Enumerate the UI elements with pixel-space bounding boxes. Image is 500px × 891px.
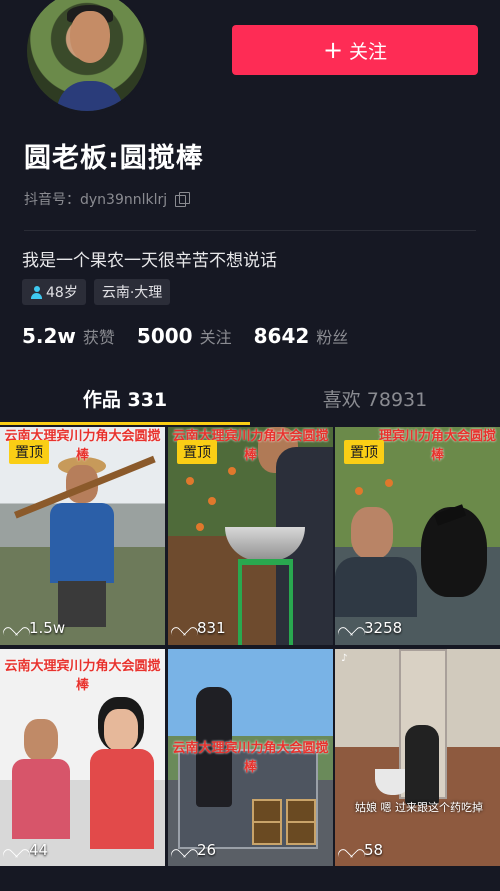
video-caption: 云南大理宾川力角大会圆搅棒 [4,659,161,693]
person-icon [30,285,43,299]
stat-following[interactable]: 5000 关注 [137,324,232,348]
woman-figure [86,709,158,849]
copy-icon[interactable] [175,192,191,207]
stat-number: 5.2w [22,324,76,348]
douyin-id-text: 抖音号：dyn39nnlklrj [24,192,168,208]
heart-icon [8,843,24,857]
video-thumbnail[interactable]: 云南大理宾川力角大会圆搅棒 44 [0,649,165,867]
profile-nickname: 圆老板:圆搅棒 [24,143,204,174]
orange-fruit [196,523,204,531]
heart-icon [176,621,192,635]
like-count: 831 [176,619,226,637]
video-thumbnail[interactable]: 理宾川力角大会圆搅棒 置顶 3258 [335,427,500,645]
like-count: 58 [343,841,383,859]
plus-icon: + [322,36,344,64]
video-grid: 云南大理宾川力角大会圆搅棒 置顶 1.5w 云南大理宾川力角大会圆搅棒 置顶 8… [0,427,500,891]
man-figure [10,719,70,839]
douyin-id-row: 抖音号：dyn39nnlklrj [24,189,191,209]
heart-icon [343,843,359,857]
like-count-text: 44 [29,841,49,859]
stat-number: 5000 [136,324,193,348]
avatar-shirt [57,81,123,111]
body [90,749,154,849]
avatar-face [70,11,110,63]
farmer-figure [40,457,124,627]
follow-button-label: 关注 [349,40,388,63]
stat-label: 粉丝 [316,328,349,347]
tab-works[interactable]: 作品 331 [0,372,250,424]
profile-avatar[interactable] [24,0,150,114]
stat-number: 8642 [253,324,310,348]
fruit-crate [286,799,316,823]
body [50,503,114,583]
like-count-text: 26 [197,841,217,859]
fruit-crate [252,821,282,845]
head [104,709,138,751]
profile-bio: 我是一个果农一天很辛苦不想说话 [22,251,277,271]
like-count: 1.5w [8,619,65,637]
video-thumbnail[interactable]: 云南大理宾川力角大会圆搅棒 置顶 1.5w [0,427,165,645]
orange-fruit [385,479,393,487]
woman-figure [405,725,439,805]
age-tag: 48岁 [22,279,86,305]
heart-icon [343,621,359,635]
stat-followers[interactable]: 8642 粉丝 [254,324,349,348]
orange-fruit [355,487,363,495]
orange-fruit [228,467,236,475]
like-count: 26 [176,841,216,859]
heart-icon [176,843,192,857]
like-count-text: 831 [197,619,226,637]
age-tag-label: 48岁 [46,285,78,301]
location-tag: 云南·大理 [93,279,171,305]
legs [58,581,106,627]
video-thumbnail[interactable]: ♪ 姑娘 嗯 过来跟这个药吃掉 58 [335,649,500,867]
body [12,759,70,839]
pinned-badge: 置顶 [9,440,49,464]
fruit-crate [286,821,316,845]
man-body [335,557,417,617]
orange-fruit [208,497,216,505]
orange-fruit [186,477,194,485]
pinned-badge: 置顶 [344,440,384,464]
profile-divider [24,230,476,231]
stat-label: 关注 [199,328,232,347]
tab-likes[interactable]: 喜欢 78931 [250,372,500,424]
pinned-badge: 置顶 [177,440,217,464]
video-thumbnail[interactable]: 云南大理宾川力角大会圆搅棒 26 [168,649,333,867]
like-count: 3258 [343,619,402,637]
video-caption: 姑娘 嗯 过来跟这个药吃掉 [355,801,483,814]
like-count-text: 58 [364,841,384,859]
video-caption: 云南大理宾川力角大会圆搅棒 [172,741,329,775]
bird [421,507,487,597]
follow-button[interactable]: + 关注 [232,25,478,75]
location-tag-label: 云南·大理 [101,285,163,301]
tiktok-logo-icon: ♪ [341,653,348,664]
profile-tags: 48岁 云南·大理 [22,279,171,305]
fruit-crate [252,799,282,823]
man-head [351,507,393,559]
profile-stats: 5.2w 获赞 5000 关注 8642 粉丝 [22,324,348,348]
head [24,719,58,761]
profile-tabs: 作品 331 喜欢 78931 [0,372,500,424]
like-count: 44 [8,841,48,859]
heart-icon [8,621,24,635]
stat-likes[interactable]: 5.2w 获赞 [22,324,115,348]
stat-label: 获赞 [82,328,115,347]
active-tab-indicator [0,422,250,425]
video-thumbnail[interactable]: 云南大理宾川力角大会圆搅棒 置顶 831 [168,427,333,645]
like-count-text: 1.5w [29,619,66,637]
like-count-text: 3258 [364,619,403,637]
stool [238,559,293,645]
next-row-strip [0,866,500,891]
